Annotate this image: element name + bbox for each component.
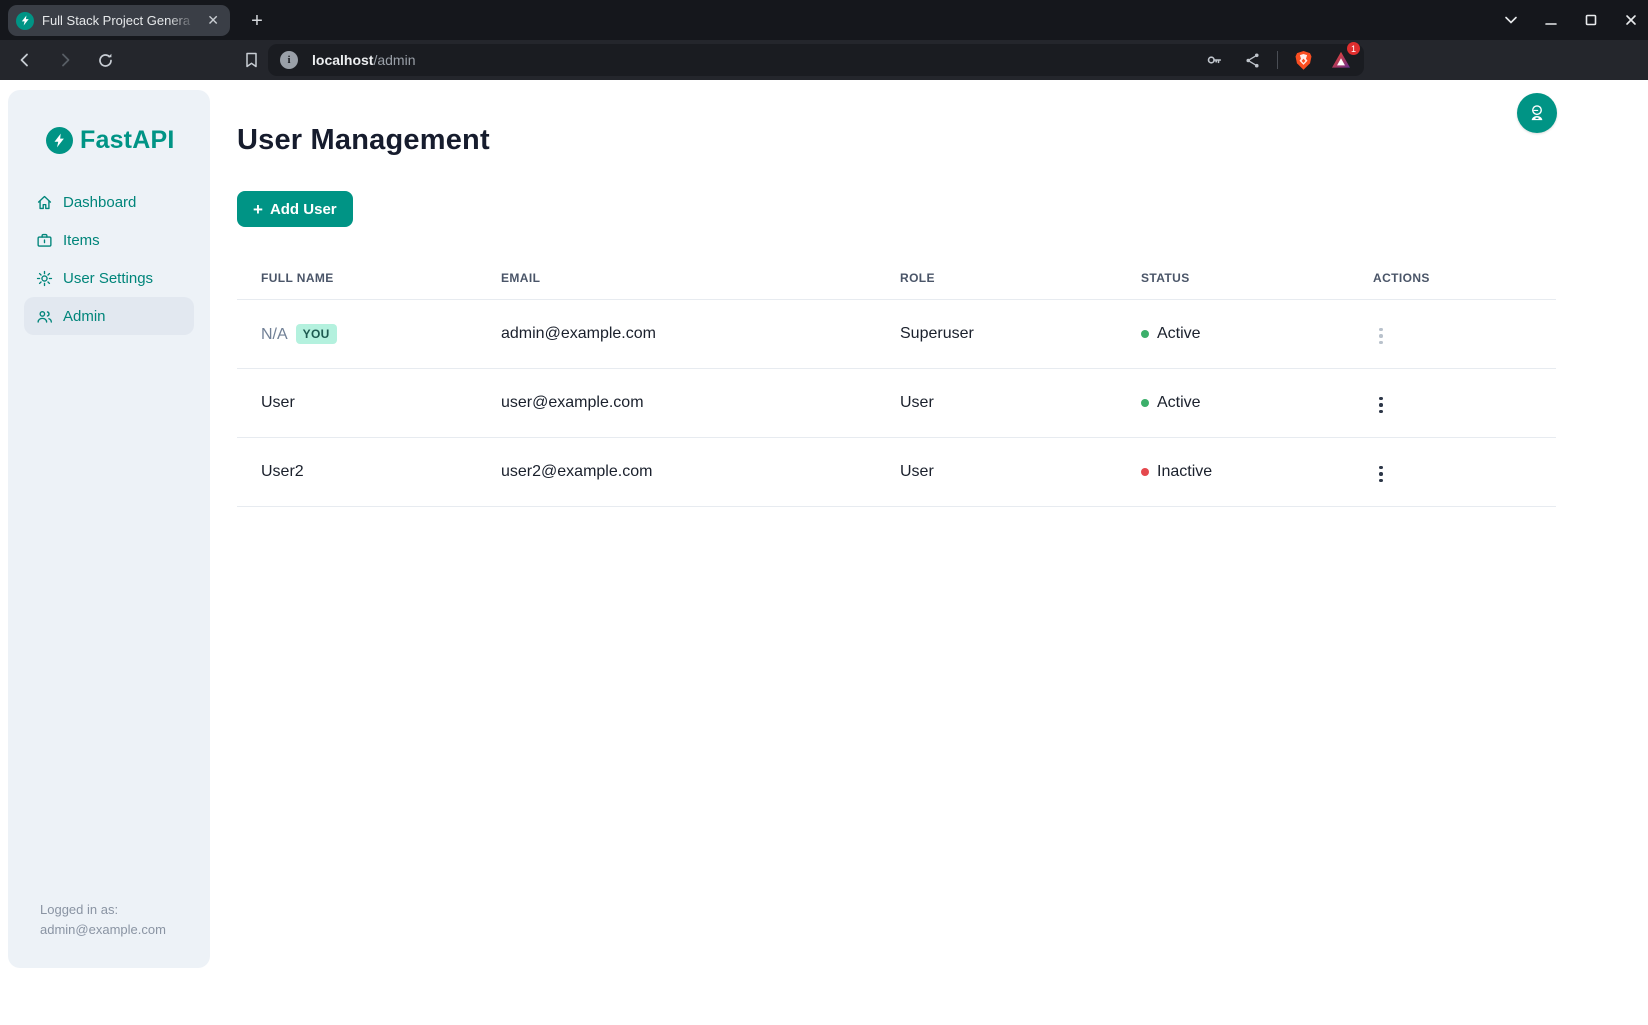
role-cell: User xyxy=(876,369,1117,438)
sidebar-item-label: Admin xyxy=(63,308,106,325)
window-close-button[interactable] xyxy=(1624,13,1638,27)
row-actions-menu-icon[interactable] xyxy=(1373,460,1389,489)
col-header-full-name: FULL NAME xyxy=(237,257,477,300)
table-row: N/A YOU admin@example.com Superuser Activ… xyxy=(237,300,1556,369)
full-name-cell: User2 xyxy=(237,438,477,507)
reload-button[interactable] xyxy=(92,47,118,73)
home-icon xyxy=(36,194,53,211)
full-name-cell: N/A xyxy=(261,326,288,343)
table-header-row: FULL NAME EMAIL ROLE STATUS ACTIONS xyxy=(237,257,1556,300)
col-header-actions: ACTIONS xyxy=(1349,257,1556,300)
table-row: User2 user2@example.com User Inactive xyxy=(237,438,1556,507)
logo-text: FastAPI xyxy=(80,126,174,155)
add-user-button[interactable]: + Add User xyxy=(237,191,353,227)
brave-rewards-icon[interactable]: 1 xyxy=(1328,47,1354,73)
sidebar-item-items[interactable]: Items xyxy=(24,221,194,259)
tab-search-chevron-icon[interactable] xyxy=(1504,13,1518,27)
status-text: Active xyxy=(1157,325,1201,343)
sidebar-item-admin[interactable]: Admin xyxy=(24,297,194,335)
logged-in-info: Logged in as: admin@example.com xyxy=(40,900,166,940)
briefcase-icon xyxy=(36,232,53,249)
sidebar-item-label: Dashboard xyxy=(63,194,136,211)
brave-shield-icon[interactable] xyxy=(1290,47,1316,73)
browser-tab[interactable]: Full Stack Project Genera ✕ xyxy=(8,5,230,36)
users-icon xyxy=(36,308,53,325)
status-dot-icon xyxy=(1141,330,1149,338)
col-header-status: STATUS xyxy=(1117,257,1349,300)
sidebar: FastAPI Dashboard Items User Settings Ad… xyxy=(8,90,210,968)
site-info-icon[interactable]: i xyxy=(280,51,298,69)
sidebar-item-dashboard[interactable]: Dashboard xyxy=(24,183,194,221)
rewards-badge: 1 xyxy=(1347,42,1360,55)
gear-icon xyxy=(36,270,53,287)
full-name-cell: User xyxy=(237,369,477,438)
browser-titlebar: Full Stack Project Genera ✕ + xyxy=(0,0,1648,40)
plus-icon: + xyxy=(253,201,263,218)
page-title: User Management xyxy=(237,124,1556,157)
bookmark-icon[interactable] xyxy=(238,47,264,73)
you-badge: YOU xyxy=(296,324,337,344)
status-dot-icon xyxy=(1141,468,1149,476)
forward-button[interactable] xyxy=(52,47,78,73)
col-header-role: ROLE xyxy=(876,257,1117,300)
tab-close-icon[interactable]: ✕ xyxy=(204,12,222,30)
app-logo: FastAPI xyxy=(8,90,210,155)
fastapi-favicon-icon xyxy=(16,12,34,30)
status-text: Inactive xyxy=(1157,463,1212,481)
new-tab-button[interactable]: + xyxy=(244,8,270,34)
divider xyxy=(1277,51,1278,69)
role-cell: User xyxy=(876,438,1117,507)
sidebar-item-label: User Settings xyxy=(63,270,153,287)
sidebar-item-label: Items xyxy=(63,232,100,249)
email-cell: admin@example.com xyxy=(477,300,876,369)
back-button[interactable] xyxy=(12,47,38,73)
tab-title: Full Stack Project Genera xyxy=(42,13,196,28)
app-page: FastAPI Dashboard Items User Settings Ad… xyxy=(0,80,1648,1025)
status-dot-icon xyxy=(1141,399,1149,407)
share-icon[interactable] xyxy=(1239,47,1265,73)
table-row: User user@example.com User Active xyxy=(237,369,1556,438)
users-table: FULL NAME EMAIL ROLE STATUS ACTIONS N/A Y… xyxy=(237,257,1556,507)
browser-toolbar: i localhost/admin 1 xyxy=(0,40,1648,80)
fastapi-logo-icon xyxy=(46,127,73,154)
url-bar[interactable]: i localhost/admin 1 xyxy=(268,44,1364,76)
window-minimize-button[interactable] xyxy=(1544,13,1558,27)
logged-in-email: admin@example.com xyxy=(40,920,166,940)
col-header-email: EMAIL xyxy=(477,257,876,300)
status-text: Active xyxy=(1157,394,1201,412)
sidebar-item-user-settings[interactable]: User Settings xyxy=(24,259,194,297)
logged-in-label: Logged in as: xyxy=(40,900,166,920)
password-key-icon[interactable] xyxy=(1201,47,1227,73)
email-cell: user@example.com xyxy=(477,369,876,438)
window-maximize-button[interactable] xyxy=(1584,13,1598,27)
row-actions-menu-icon[interactable] xyxy=(1373,322,1389,351)
email-cell: user2@example.com xyxy=(477,438,876,507)
role-cell: Superuser xyxy=(876,300,1117,369)
row-actions-menu-icon[interactable] xyxy=(1373,391,1389,420)
url-text[interactable]: localhost/admin xyxy=(312,52,1201,68)
